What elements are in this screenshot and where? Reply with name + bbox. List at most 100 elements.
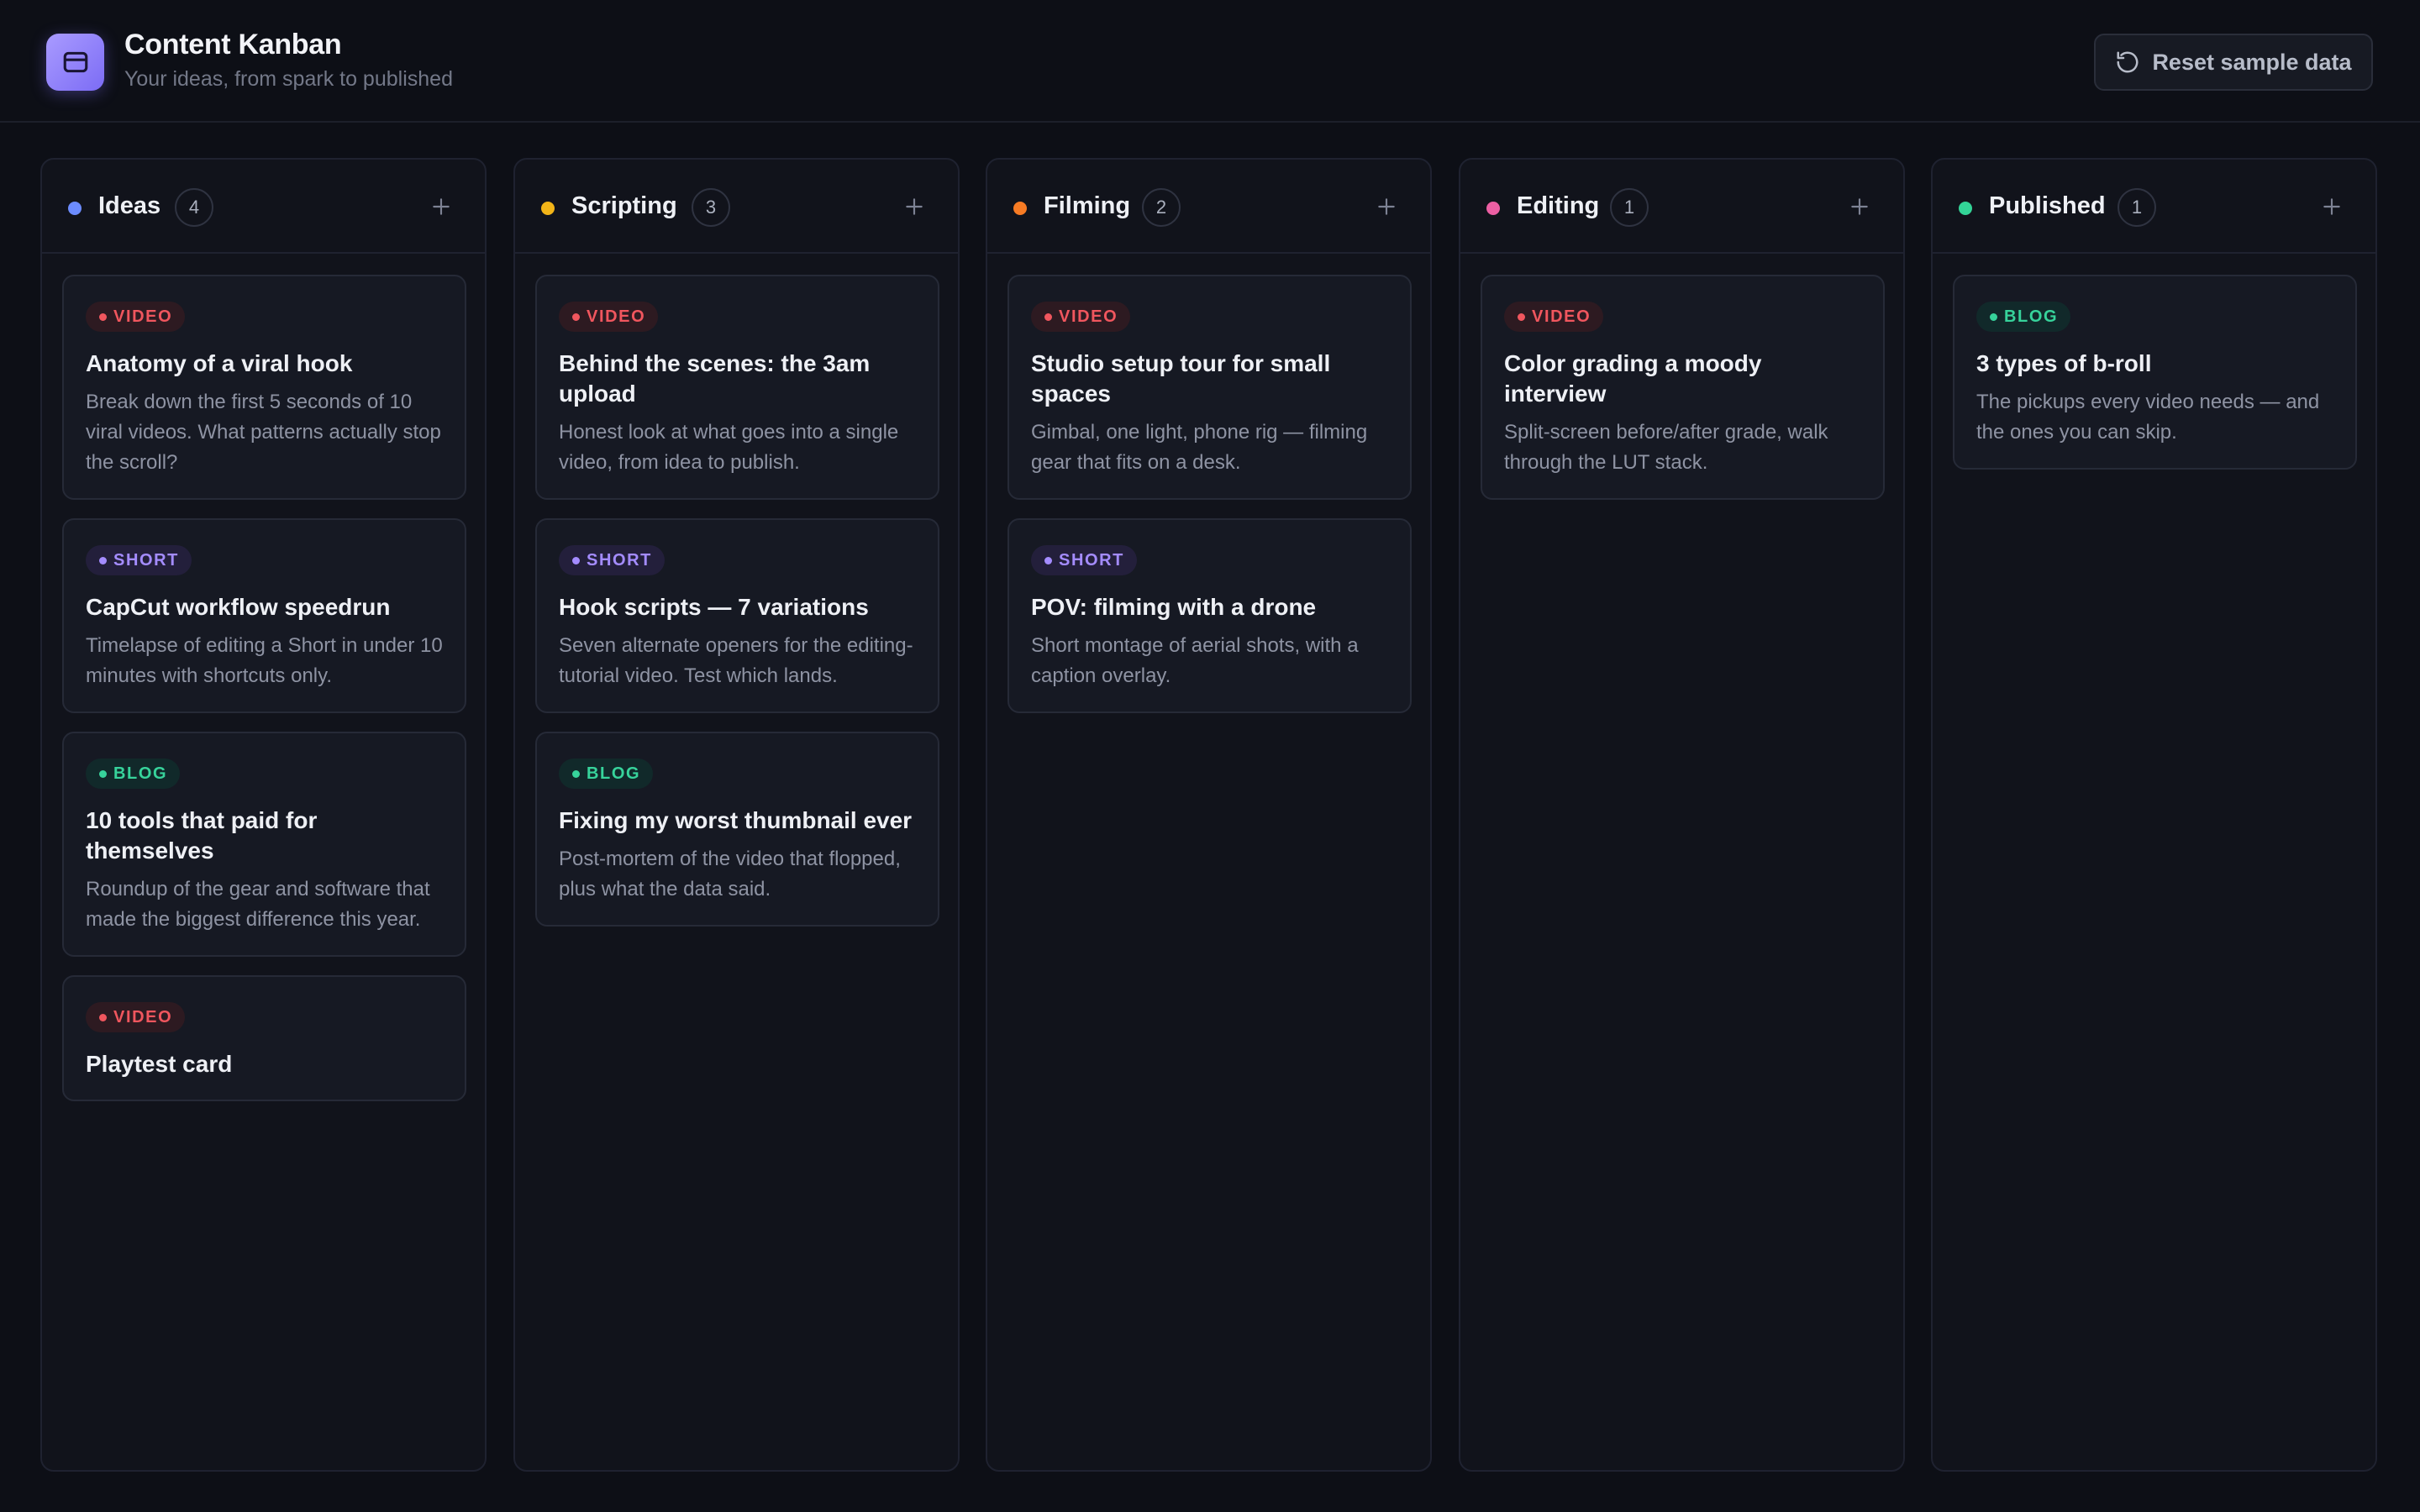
content-card[interactable]: VIDEO Playtest card (62, 975, 466, 1101)
content-card[interactable]: BLOG Fixing my worst thumbnail ever Post-m… (535, 732, 939, 927)
app-header: Content Kanban Your ideas, from spark to… (0, 0, 2420, 123)
plus-icon (1378, 198, 1395, 215)
tag-label: SHORT (113, 550, 179, 570)
card-title: Fixing my worst thumbnail ever (559, 807, 913, 833)
column-card-list: BLOG 3 types of b-roll The pickups every v… (1933, 254, 2375, 470)
card-description: Short montage of aerial shots, with a ca… (1031, 634, 1359, 687)
tag-dot-icon (572, 769, 580, 778)
column-card-list: VIDEO Anatomy of a viral hook Break down t… (42, 254, 485, 1101)
card-title: POV: filming with a drone (1031, 594, 1317, 620)
tag-dot-icon (99, 312, 107, 321)
add-card-button[interactable] (1371, 192, 1402, 222)
column-header: Scripting 3 (515, 160, 958, 254)
content-type-tag: VIDEO (86, 302, 186, 332)
column-header: Filming 2 (987, 160, 1430, 254)
reset-button-label: Reset sample data (2152, 49, 2352, 75)
content-card[interactable]: VIDEO Color grading a moody interview Spli… (1481, 275, 1885, 500)
content-card[interactable]: VIDEO Studio setup tour for small spaces G… (1007, 275, 1412, 500)
tag-label: SHORT (1059, 550, 1124, 570)
column-status-dot-icon (68, 202, 82, 215)
card-description: Honest look at what goes into a single v… (559, 421, 899, 474)
content-card[interactable]: SHORT Hook scripts — 7 variations Seven al… (535, 518, 939, 713)
column-status-dot-icon (1013, 202, 1027, 215)
card-description: Split-screen before/after grade, walk th… (1504, 421, 1828, 474)
tag-label: VIDEO (1532, 307, 1591, 326)
card-description: Seven alternate openers for the editing-… (559, 634, 913, 687)
content-type-tag: SHORT (559, 545, 665, 575)
column-header: Editing 1 (1460, 160, 1903, 254)
column-scripting: Scripting 3 VIDEO Behind the scenes: the 3a… (513, 158, 960, 1472)
tag-dot-icon (1990, 312, 1997, 321)
content-type-tag: BLOG (1976, 302, 2071, 332)
card-description: Break down the first 5 seconds of 10 vir… (86, 391, 441, 474)
column-count-badge: 1 (1610, 188, 1649, 227)
column-published: Published 1 BLOG 3 types of b-roll The picku… (1931, 158, 2377, 1472)
card-description: Gimbal, one light, phone rig — filming g… (1031, 421, 1368, 474)
content-type-tag: VIDEO (86, 1002, 186, 1032)
card-description: Timelapse of editing a Short in under 10… (86, 634, 443, 687)
card-description: The pickups every video needs — and the … (1976, 391, 2320, 444)
column-count-badge: 4 (175, 188, 213, 227)
tag-label: VIDEO (113, 1007, 173, 1026)
tag-label: BLOG (587, 764, 641, 783)
tag-dot-icon (99, 556, 107, 564)
column-title: Scripting (571, 192, 677, 219)
content-type-tag: VIDEO (559, 302, 659, 332)
tag-label: VIDEO (587, 307, 646, 326)
column-card-list: VIDEO Behind the scenes: the 3am upload Ho… (515, 254, 958, 927)
content-type-tag: BLOG (559, 759, 654, 789)
column-card-list: VIDEO Color grading a moody interview Spli… (1460, 254, 1903, 500)
plus-icon (433, 198, 450, 215)
column-ideas: Ideas 4 VIDEO Anatomy of a viral hook Break … (40, 158, 487, 1472)
add-card-button[interactable] (2317, 192, 2347, 222)
content-type-tag: BLOG (86, 759, 181, 789)
card-title: 3 types of b-roll (1976, 350, 2152, 376)
column-title: Published (1989, 192, 2106, 219)
app-subtitle: Your ideas, from spark to published (124, 67, 453, 91)
tag-dot-icon (1044, 312, 1052, 321)
column-editing: Editing 1 VIDEO Color grading a moody inter… (1459, 158, 1905, 1472)
plus-icon (1851, 198, 1868, 215)
app-title: Content Kanban (124, 29, 342, 60)
content-card[interactable]: BLOG 10 tools that paid for themselves Rou… (62, 732, 466, 957)
add-card-button[interactable] (426, 192, 456, 222)
column-header: Ideas 4 (42, 160, 485, 254)
column-filming: Filming 2 VIDEO Studio setup tour for small… (986, 158, 1432, 1472)
content-card[interactable]: BLOG 3 types of b-roll The pickups every v… (1953, 275, 2357, 470)
card-title: Anatomy of a viral hook (86, 350, 353, 376)
kanban-app: Content Kanban Your ideas, from spark to… (0, 0, 2420, 1512)
card-description: Roundup of the gear and software that ma… (86, 878, 430, 931)
content-card[interactable]: SHORT POV: filming with a drone Short mont… (1007, 518, 1412, 713)
card-title: Color grading a moody interview (1504, 350, 1762, 407)
add-card-button[interactable] (1844, 192, 1875, 222)
content-type-tag: VIDEO (1504, 302, 1604, 332)
column-title: Editing (1517, 192, 1600, 219)
content-type-tag: VIDEO (1031, 302, 1131, 332)
card-title: CapCut workflow speedrun (86, 594, 391, 620)
column-card-list: VIDEO Studio setup tour for small spaces G… (987, 254, 1430, 713)
add-card-button[interactable] (899, 192, 929, 222)
tag-dot-icon (99, 769, 107, 778)
card-title: Hook scripts — 7 variations (559, 594, 869, 620)
column-title: Ideas (98, 192, 161, 219)
content-type-tag: SHORT (1031, 545, 1137, 575)
card-title: Behind the scenes: the 3am upload (559, 350, 871, 407)
content-card[interactable]: VIDEO Anatomy of a viral hook Break down t… (62, 275, 466, 500)
tag-dot-icon (572, 556, 580, 564)
card-description: Post-mortem of the video that flopped, p… (559, 848, 901, 900)
app-logo-icon (46, 34, 104, 91)
column-status-dot-icon (541, 202, 555, 215)
card-title: 10 tools that paid for themselves (86, 807, 318, 864)
content-type-tag: SHORT (86, 545, 192, 575)
tag-dot-icon (1044, 556, 1052, 564)
tag-dot-icon (572, 312, 580, 321)
content-card[interactable]: VIDEO Behind the scenes: the 3am upload Ho… (535, 275, 939, 500)
column-count-badge: 3 (692, 188, 730, 227)
card-title: Playtest card (86, 1051, 233, 1077)
tag-label: BLOG (2004, 307, 2059, 326)
content-card[interactable]: SHORT CapCut workflow speedrun Timelapse o… (62, 518, 466, 713)
plus-icon (2323, 198, 2340, 215)
column-title: Filming (1044, 192, 1131, 219)
card-title: Studio setup tour for small spaces (1031, 350, 1331, 407)
reset-sample-data-button[interactable]: Reset sample data (2094, 34, 2373, 91)
